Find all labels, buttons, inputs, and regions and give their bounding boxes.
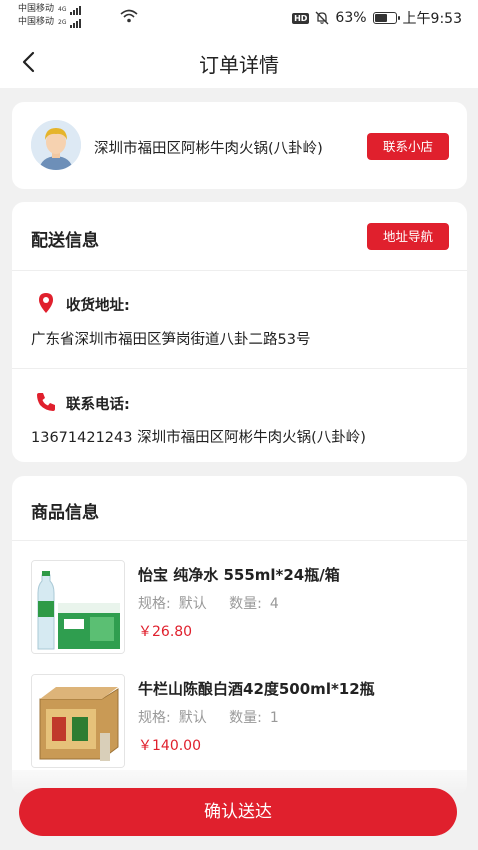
mute-bell-icon — [315, 11, 329, 25]
carrier-1-network: 4G — [58, 6, 67, 13]
water-bottle-icon — [32, 561, 124, 653]
shop-card: 深圳市福田区阿彬牛肉火锅(八卦岭) 联系小店 — [12, 102, 467, 189]
divider — [12, 270, 467, 271]
phone-label: 联系电话: — [66, 397, 130, 413]
product-name: 怡宝 纯净水 555ml*24瓶/箱 — [138, 566, 340, 584]
location-pin-icon — [39, 293, 53, 313]
battery-percent: 63% — [335, 10, 367, 26]
confirm-delivery-button[interactable]: 确认送达 — [19, 788, 457, 836]
battery-icon — [372, 12, 400, 24]
quantity-label: 数量: — [229, 596, 262, 612]
divider — [12, 368, 467, 369]
carrier-info: 中国移动 4G 中国移动 2G — [18, 3, 82, 29]
navigation-bar: 订单详情 — [0, 36, 478, 88]
spec-label: 规格: — [138, 596, 171, 612]
liquor-box-icon — [32, 675, 124, 767]
spec-value: 默认 — [178, 710, 207, 726]
goods-section-title: 商品信息 — [31, 503, 99, 523]
wifi-icon — [120, 9, 138, 23]
address-label: 收货地址: — [66, 298, 130, 314]
quantity-value: 4 — [269, 596, 279, 612]
carrier-2-network: 2G — [58, 19, 67, 26]
quantity-label: 数量: — [229, 710, 262, 726]
carrier-2-name: 中国移动 — [18, 17, 55, 27]
spec-label: 规格: — [138, 710, 171, 726]
address-navigation-button[interactable]: 地址导航 — [367, 223, 449, 250]
product-price: ￥26.80 — [138, 624, 193, 640]
delivery-section-title: 配送信息 — [31, 231, 99, 251]
page-title: 订单详情 — [199, 53, 279, 77]
user-avatar-icon — [31, 120, 81, 170]
hd-badge: HD — [292, 12, 310, 24]
shop-name: 深圳市福田区阿彬牛肉火锅(八卦岭) — [94, 141, 323, 157]
product-image-liquor — [31, 674, 125, 768]
carrier-1-name: 中国移动 — [18, 4, 55, 14]
status-right: HD 63% 上午9:53 — [292, 8, 462, 28]
address-value: 广东省深圳市福田区笋岗街道八卦二路53号 — [31, 332, 311, 348]
product-name: 牛栏山陈酿白酒42度500ml*12瓶 — [138, 680, 375, 698]
divider — [12, 540, 467, 541]
delivery-card: 配送信息 地址导航 收货地址: 广东省深圳市福田区笋岗街道八卦二路53号 联系电… — [12, 202, 467, 462]
status-bar: 中国移动 4G 中国移动 2G HD 63% 上午9:53 — [0, 0, 478, 36]
spec-value: 默认 — [178, 596, 207, 612]
contact-shop-button[interactable]: 联系小店 — [367, 133, 449, 160]
phone-icon — [37, 393, 55, 411]
goods-card: 商品信息 怡宝 纯净水 555ml*24瓶/箱 规格: 默认 数量: 4 ￥26.8… — [12, 476, 467, 796]
phone-value: 13671421243 深圳市福田区阿彬牛肉火锅(八卦岭) — [31, 430, 366, 446]
list-item[interactable]: 怡宝 纯净水 555ml*24瓶/箱 规格: 默认 数量: 4 ￥26.80 — [12, 560, 467, 660]
quantity-value: 1 — [269, 710, 279, 726]
list-item[interactable]: 牛栏山陈酿白酒42度500ml*12瓶 规格: 默认 数量: 1 ￥140.00 — [12, 674, 467, 774]
product-price: ￥140.00 — [138, 738, 201, 754]
clock: 上午9:53 — [402, 11, 462, 27]
avatar — [31, 120, 81, 170]
product-spec: 规格: 默认 数量: 1 — [138, 707, 287, 727]
signal-2-icon — [70, 18, 82, 28]
product-image-water — [31, 560, 125, 654]
product-spec: 规格: 默认 数量: 4 — [138, 593, 287, 613]
signal-1-icon — [70, 5, 82, 15]
